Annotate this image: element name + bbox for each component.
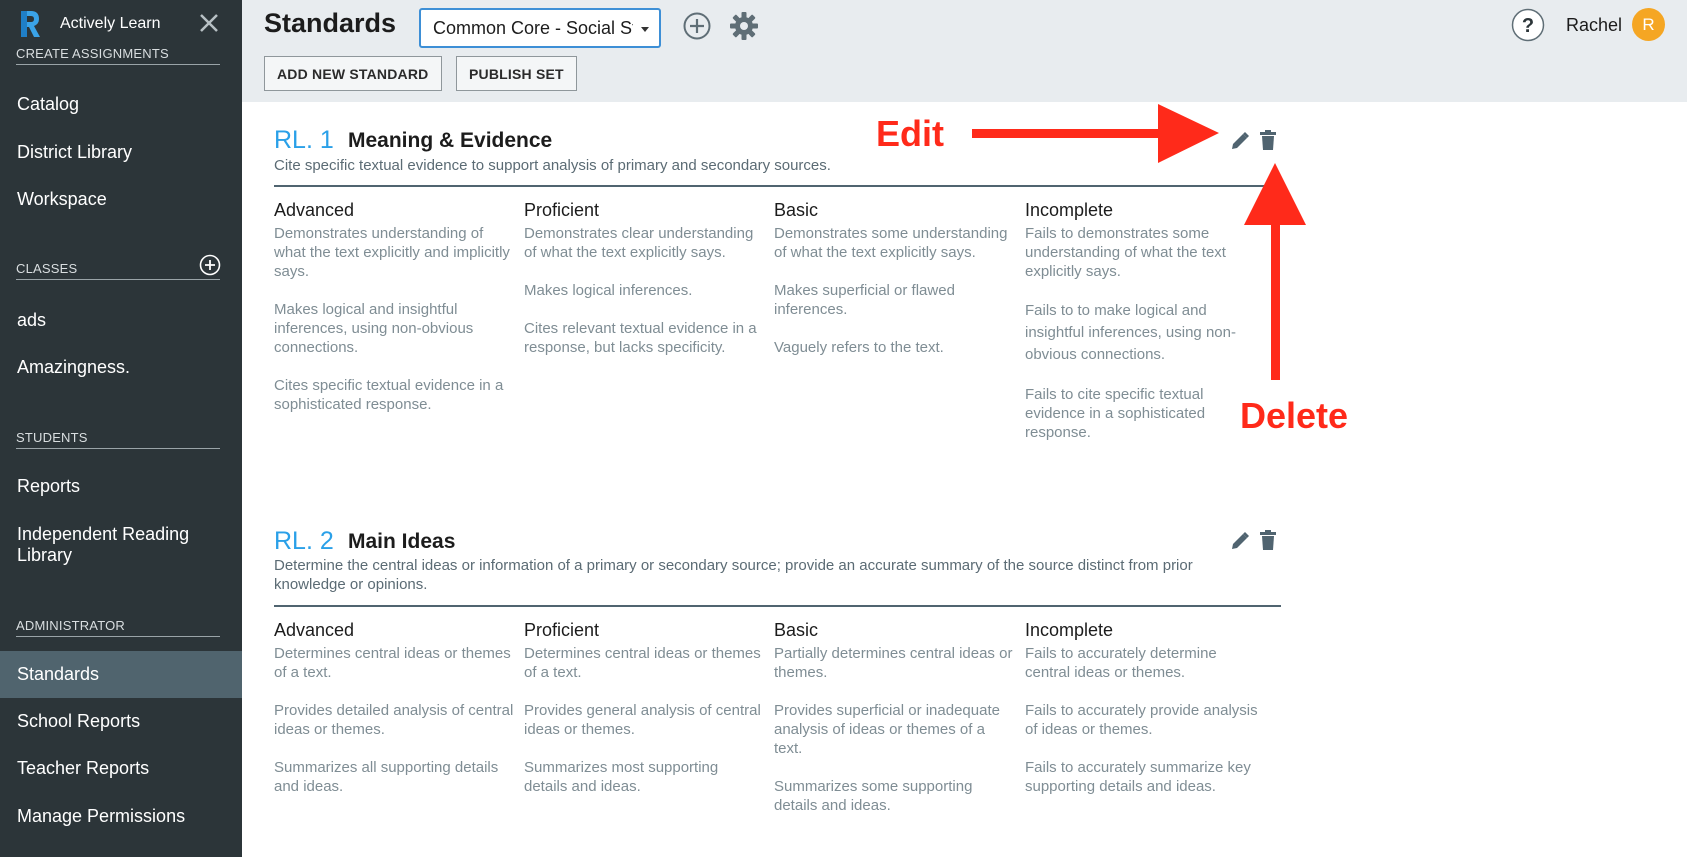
- criterion: Fails to accurately provide analysis of …: [1025, 702, 1258, 738]
- page-title: Standards: [264, 8, 397, 38]
- section-header-create-assignments: CREATE ASSIGNMENTS: [16, 46, 220, 65]
- pencil-icon[interactable]: [1229, 530, 1249, 552]
- standard-description: Determine the central ideas or informati…: [274, 557, 1193, 593]
- edit-annotation-label: Edit: [876, 113, 944, 154]
- divider: [274, 185, 1281, 187]
- level-title: Basic: [774, 200, 819, 220]
- section-header-classes-label: CLASSES: [16, 261, 78, 276]
- level-title: Incomplete: [1025, 200, 1114, 220]
- criterion: Determines central ideas or themes of a …: [274, 645, 511, 681]
- sidebar-item-workspace[interactable]: Workspace: [17, 189, 227, 210]
- level-title: Basic: [774, 620, 819, 640]
- level-advanced: Advanced Demonstrates understanding of w…: [274, 199, 514, 414]
- sidebar-item-district-library[interactable]: District Library: [17, 142, 227, 163]
- criterion: Demonstrates some understanding of what …: [774, 225, 1008, 261]
- standards-list: RL. 1 Meaning & Evidence Cite specific t…: [242, 102, 1687, 857]
- user-name[interactable]: Rachel: [1566, 15, 1622, 36]
- criterion: Vaguely refers to the text.: [774, 339, 944, 356]
- criterion: Provides superficial or inadequate analy…: [774, 702, 1000, 757]
- standard-set-select-value: Common Core - Social Studies: [433, 18, 633, 38]
- chevron-down-icon: [641, 27, 649, 32]
- section-header-classes: CLASSES: [16, 254, 221, 280]
- avatar[interactable]: R: [1632, 8, 1665, 41]
- standard-title: Main Ideas: [348, 530, 456, 553]
- publish-set-button[interactable]: PUBLISH SET: [456, 56, 577, 91]
- criterion: Determines central ideas or themes of a …: [524, 645, 761, 681]
- level-basic: Basic Demonstrates some understanding of…: [774, 199, 1014, 357]
- criterion: Demonstrates understanding of what the t…: [274, 225, 510, 280]
- close-icon[interactable]: [198, 12, 220, 34]
- standard-description: Cite specific textual evidence to suppor…: [274, 157, 831, 174]
- sidebar-item-catalog[interactable]: Catalog: [17, 94, 227, 115]
- level-title: Incomplete: [1025, 620, 1114, 640]
- sidebar-item-independent-reading-library[interactable]: Independent Reading Library: [17, 524, 217, 566]
- sidebar-item-standards[interactable]: Standards: [17, 664, 227, 685]
- brand[interactable]: Actively Learn: [18, 9, 161, 39]
- sidebar-item-reports[interactable]: Reports: [17, 476, 227, 497]
- sidebar-item-school-reports[interactable]: School Reports: [17, 711, 227, 732]
- add-new-standard-button[interactable]: ADD NEW STANDARD: [264, 56, 442, 91]
- level-incomplete: Incomplete Fails to accurately determine…: [1025, 619, 1260, 796]
- add-class-icon[interactable]: [199, 254, 221, 276]
- trash-icon[interactable]: [1258, 129, 1278, 151]
- svg-text:?: ?: [1522, 15, 1534, 37]
- criterion: Fails to accurately summarize key suppor…: [1025, 759, 1251, 795]
- top-bar: Standards Common Core - Social Studies A…: [242, 0, 1687, 102]
- standard-card: RL. 1 Meaning & Evidence Cite specific t…: [274, 126, 1281, 459]
- criterion: Cites relevant textual evidence in a res…: [524, 320, 757, 356]
- delete-annotation-label: Delete: [1240, 395, 1349, 436]
- level-basic: Basic Partially determines central ideas…: [774, 619, 1014, 815]
- criterion: Fails to demonstrates some understanding…: [1025, 225, 1226, 280]
- sidebar-item-ads[interactable]: ads: [17, 310, 227, 331]
- sidebar-item-amazingness[interactable]: Amazingness.: [17, 357, 227, 378]
- sidebar-item-teacher-reports[interactable]: Teacher Reports: [17, 758, 227, 779]
- divider: [274, 605, 1281, 607]
- brand-name: Actively Learn: [60, 15, 161, 32]
- pencil-icon[interactable]: [1229, 130, 1249, 152]
- criterion: Partially determines central ideas or th…: [774, 645, 1013, 681]
- criterion: Provides detailed analysis of central id…: [274, 702, 514, 738]
- criterion: Provides general analysis of central ide…: [524, 702, 761, 738]
- add-set-icon[interactable]: [681, 10, 713, 42]
- standard-title: Meaning & Evidence: [348, 129, 553, 152]
- gear-icon[interactable]: [728, 10, 760, 42]
- standard-code: RL. 2: [274, 527, 334, 555]
- level-title: Advanced: [274, 620, 355, 640]
- standard-set-select[interactable]: Common Core - Social Studies: [419, 8, 661, 48]
- criterion: Demonstrates clear understanding of what…: [524, 225, 754, 261]
- section-header-students: STUDENTS: [16, 430, 220, 449]
- criterion: Makes logical inferences.: [524, 282, 693, 299]
- level-advanced: Advanced Determines central ideas or the…: [274, 619, 514, 796]
- level-proficient: Proficient Demonstrates clear understand…: [524, 199, 764, 357]
- level-title: Advanced: [274, 200, 355, 220]
- standard-code: RL. 1: [274, 126, 334, 154]
- actively-learn-logo-icon: [21, 11, 40, 37]
- criterion: Summarizes most supporting details and i…: [524, 759, 719, 795]
- criterion: Makes logical and insightful inferences,…: [274, 301, 474, 356]
- criterion: Fails to cite specific textual evidence …: [1025, 386, 1206, 441]
- criterion: Makes superficial or flawed inferences.: [774, 282, 955, 318]
- criterion: Summarizes some supporting details and i…: [774, 778, 973, 814]
- level-proficient: Proficient Determines central ideas or t…: [524, 619, 764, 796]
- sidebar: Actively Learn CREATE ASSIGNMENTS Catalo…: [0, 0, 242, 857]
- level-title: Proficient: [524, 620, 600, 640]
- level-incomplete: Incomplete Fails to demonstrates some un…: [1025, 199, 1255, 442]
- criterion: Fails to accurately determine central id…: [1025, 645, 1217, 681]
- help-icon[interactable]: ?: [1511, 8, 1545, 42]
- level-title: Proficient: [524, 200, 600, 220]
- section-header-administrator: ADMINISTRATOR: [16, 618, 220, 637]
- criterion: Summarizes all supporting details and id…: [274, 759, 499, 795]
- standard-card: RL. 2 Main Ideas Determine the central i…: [274, 527, 1281, 829]
- sidebar-item-manage-permissions[interactable]: Manage Permissions: [17, 806, 227, 827]
- criterion: Fails to to make logical and insightful …: [1025, 302, 1236, 363]
- criterion: Cites specific textual evidence in a sop…: [274, 377, 504, 413]
- trash-icon[interactable]: [1258, 529, 1278, 551]
